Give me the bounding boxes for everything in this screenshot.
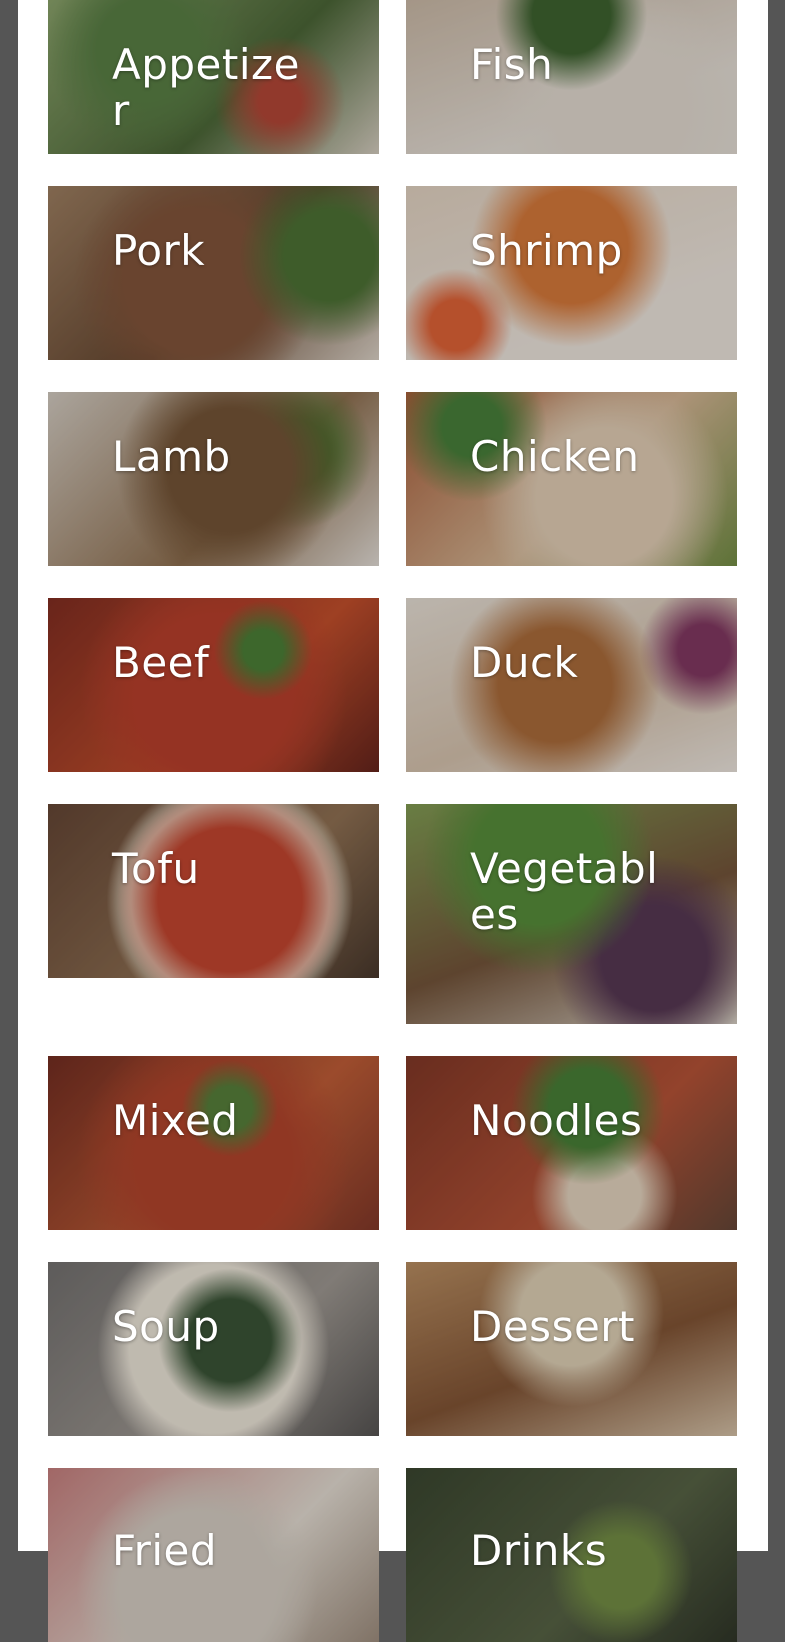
category-tile-drinks[interactable]: Drinks — [406, 1468, 737, 1642]
category-label: Shrimp — [470, 226, 623, 275]
category-tile-beef[interactable]: Beef — [48, 598, 379, 772]
category-tile-duck[interactable]: Duck — [406, 598, 737, 772]
category-grid: Appetizer Fish Pork Shrimp Lamb Chicken … — [18, 0, 768, 1642]
category-tile-fish[interactable]: Fish — [406, 0, 737, 154]
category-label: Chicken — [470, 432, 640, 481]
category-tile-noodles[interactable]: Noodles — [406, 1056, 737, 1230]
category-label: Beef — [112, 638, 210, 687]
category-label: Mixed — [112, 1096, 239, 1145]
category-label: Soup — [112, 1302, 220, 1351]
category-tile-dessert[interactable]: Dessert — [406, 1262, 737, 1436]
category-tile-appetizer[interactable]: Appetizer — [48, 0, 379, 154]
category-tile-lamb[interactable]: Lamb — [48, 392, 379, 566]
category-label: Lamb — [112, 432, 231, 481]
category-tile-soup[interactable]: Soup — [48, 1262, 379, 1436]
category-label: Appetizer — [112, 40, 300, 135]
category-label: Pork — [112, 226, 206, 275]
category-tile-tofu[interactable]: Tofu — [48, 804, 379, 978]
category-label: Fried — [112, 1526, 218, 1575]
category-tile-shrimp[interactable]: Shrimp — [406, 186, 737, 360]
category-label: Fish — [470, 40, 554, 89]
category-tile-mixed[interactable]: Mixed — [48, 1056, 379, 1230]
category-label: Dessert — [470, 1302, 636, 1351]
category-tile-pork[interactable]: Pork — [48, 186, 379, 360]
category-tile-fried[interactable]: Fried — [48, 1468, 379, 1642]
category-tile-vegetables[interactable]: Vegetables — [406, 804, 737, 1024]
category-label: Noodles — [470, 1096, 643, 1145]
category-label: Duck — [470, 638, 579, 687]
category-label: Vegetables — [470, 844, 659, 939]
category-label: Drinks — [470, 1526, 608, 1575]
category-tile-chicken[interactable]: Chicken — [406, 392, 737, 566]
category-label: Tofu — [112, 844, 200, 893]
